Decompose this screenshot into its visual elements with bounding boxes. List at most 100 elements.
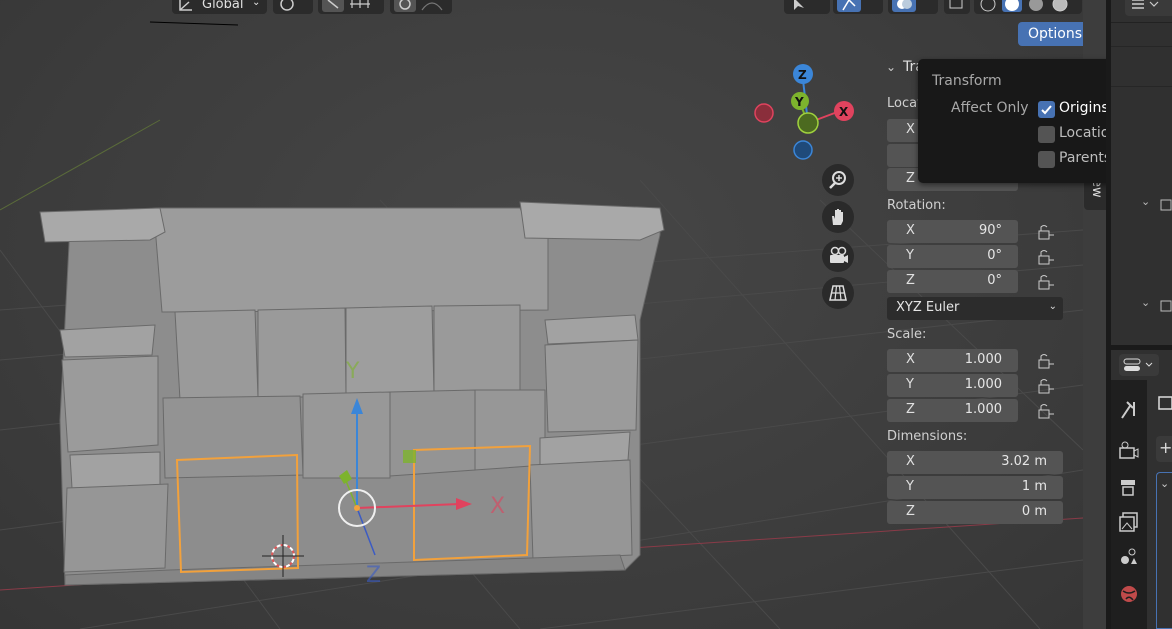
wall-model[interactable]: [39, 201, 665, 586]
axis-label: X: [906, 454, 915, 469]
view-layer-icon[interactable]: [1117, 510, 1141, 534]
scene-icon[interactable]: [1117, 545, 1141, 569]
axis-label: X: [906, 223, 915, 238]
rotation-z-value: 0°: [987, 273, 1002, 288]
rotation-x-value: 90°: [978, 223, 1002, 238]
pan-button[interactable]: [822, 201, 854, 233]
dimensions-z-value: 0 m: [1021, 504, 1047, 519]
manipulator-y-label: Y: [345, 359, 360, 384]
lock-icon[interactable]: [1037, 249, 1055, 265]
axis-label: Z: [906, 402, 915, 417]
gizmo-x-label: X: [839, 105, 849, 119]
chevron-down-icon[interactable]: ⌄: [1160, 477, 1169, 490]
gizmo-z-label: Z: [798, 68, 807, 82]
zoom-icon: [829, 171, 846, 189]
rotation-mode-dropdown[interactable]: XYZ Euler ⌄: [887, 297, 1063, 320]
add-button[interactable]: +: [1156, 436, 1172, 462]
editor-type-dropdown[interactable]: [1119, 354, 1159, 376]
xray-toggle[interactable]: [944, 0, 970, 14]
output-icon[interactable]: [1117, 476, 1141, 500]
axis-label: Z: [906, 171, 915, 186]
lock-icon[interactable]: [1037, 224, 1055, 240]
manipulator-x-label: X: [490, 494, 505, 519]
properties-panel-box: ⌄: [1156, 472, 1172, 629]
chevron-down-icon[interactable]: ⌄: [1141, 296, 1150, 309]
snapping-controls[interactable]: [318, 0, 384, 14]
dimensions-y-field[interactable]: Y 1 m: [887, 476, 1063, 499]
locations-checkbox[interactable]: [1038, 126, 1055, 143]
dimensions-x-value: 3.02 m: [1001, 454, 1047, 469]
hand-icon: [832, 209, 843, 225]
scale-z-value: 1.000: [964, 402, 1002, 417]
scale-y-value: 1.000: [964, 377, 1002, 392]
parents-label[interactable]: Parents: [1059, 150, 1111, 166]
dimensions-label: Dimensions:: [887, 429, 968, 444]
scale-z-field[interactable]: Z 1.000: [887, 399, 1018, 422]
selectability-dropdown[interactable]: [784, 0, 830, 14]
properties-tabs: [1111, 380, 1147, 629]
properties-header: [1111, 350, 1172, 380]
rotation-y-value: 0°: [987, 248, 1002, 263]
origins-checkbox[interactable]: [1038, 101, 1055, 118]
axis-label: Y: [906, 479, 914, 494]
properties-main: + ⌄: [1147, 380, 1172, 629]
collection-icon: [1160, 199, 1172, 211]
checkmark-icon: [1041, 105, 1052, 115]
world-icon[interactable]: [1117, 582, 1141, 606]
scale-label: Scale:: [887, 327, 927, 342]
lock-icon[interactable]: [1037, 274, 1055, 290]
axis-label: Z: [906, 504, 915, 519]
chevron-down-icon[interactable]: ⌄: [886, 60, 896, 74]
outliner-editor[interactable]: ⌄ ⌄: [1111, 0, 1172, 345]
rotation-label: Rotation:: [887, 198, 946, 213]
tool-icon[interactable]: [1117, 398, 1141, 422]
pin-icon[interactable]: [1157, 394, 1172, 412]
chevron-down-icon[interactable]: ⌄: [1141, 195, 1150, 208]
grid-icon: [829, 285, 847, 301]
outliner-filter-button[interactable]: [1125, 0, 1172, 16]
scale-y-field[interactable]: Y 1.000: [887, 374, 1018, 397]
shading-icons: [980, 0, 1068, 12]
overlays-icon: [892, 0, 916, 12]
overlays-toggle[interactable]: [888, 0, 938, 14]
rotation-z-field[interactable]: Z 0°: [887, 270, 1018, 293]
lock-icon[interactable]: [1037, 378, 1055, 394]
popover-title: Transform: [932, 73, 1002, 89]
rotation-y-field[interactable]: Y 0°: [887, 245, 1018, 268]
xray-icon: [949, 0, 963, 9]
gizmo-icon: [837, 0, 861, 12]
origins-label[interactable]: Origins: [1059, 100, 1109, 116]
manipulator-z-label: Z: [366, 563, 381, 588]
gizmo-y-label: Y: [794, 95, 804, 109]
lock-icon[interactable]: [1037, 403, 1055, 419]
proportional-edit-icon: [394, 0, 443, 12]
axis-label: Y: [906, 377, 914, 392]
rotation-x-field[interactable]: X 90°: [887, 220, 1018, 243]
dimensions-z-field[interactable]: Z 0 m: [887, 501, 1063, 524]
rotation-mode-value: XYZ Euler: [896, 300, 960, 315]
zoom-button[interactable]: [822, 164, 854, 196]
camera-icon: [830, 246, 848, 263]
scale-x-value: 1.000: [964, 352, 1002, 367]
axis-label: X: [906, 122, 915, 137]
gizmo-toggle[interactable]: [833, 0, 883, 14]
axis-label: Z: [906, 273, 915, 288]
options-button[interactable]: Options ⌄: [1018, 22, 1083, 46]
shading-modes[interactable]: [974, 0, 1082, 14]
proportional-editing[interactable]: [390, 0, 452, 14]
pivot-point-dropdown[interactable]: [273, 0, 313, 14]
camera-view-button[interactable]: [822, 240, 854, 272]
snap-icon: [322, 0, 370, 12]
plus-icon: +: [1159, 438, 1172, 457]
axes-icon: [179, 0, 192, 11]
scale-x-field[interactable]: X 1.000: [887, 349, 1018, 372]
perspective-toggle-button[interactable]: [822, 277, 854, 309]
orientation-dropdown[interactable]: Global ⌄: [172, 0, 267, 14]
dimensions-x-field[interactable]: X 3.02 m: [887, 451, 1063, 474]
lock-icon[interactable]: [1037, 353, 1055, 369]
render-icon[interactable]: [1117, 440, 1141, 464]
properties-icon: [1123, 358, 1153, 371]
parents-checkbox[interactable]: [1038, 151, 1055, 168]
options-label: Options: [1028, 26, 1083, 42]
orientation-label: Global: [202, 0, 244, 12]
